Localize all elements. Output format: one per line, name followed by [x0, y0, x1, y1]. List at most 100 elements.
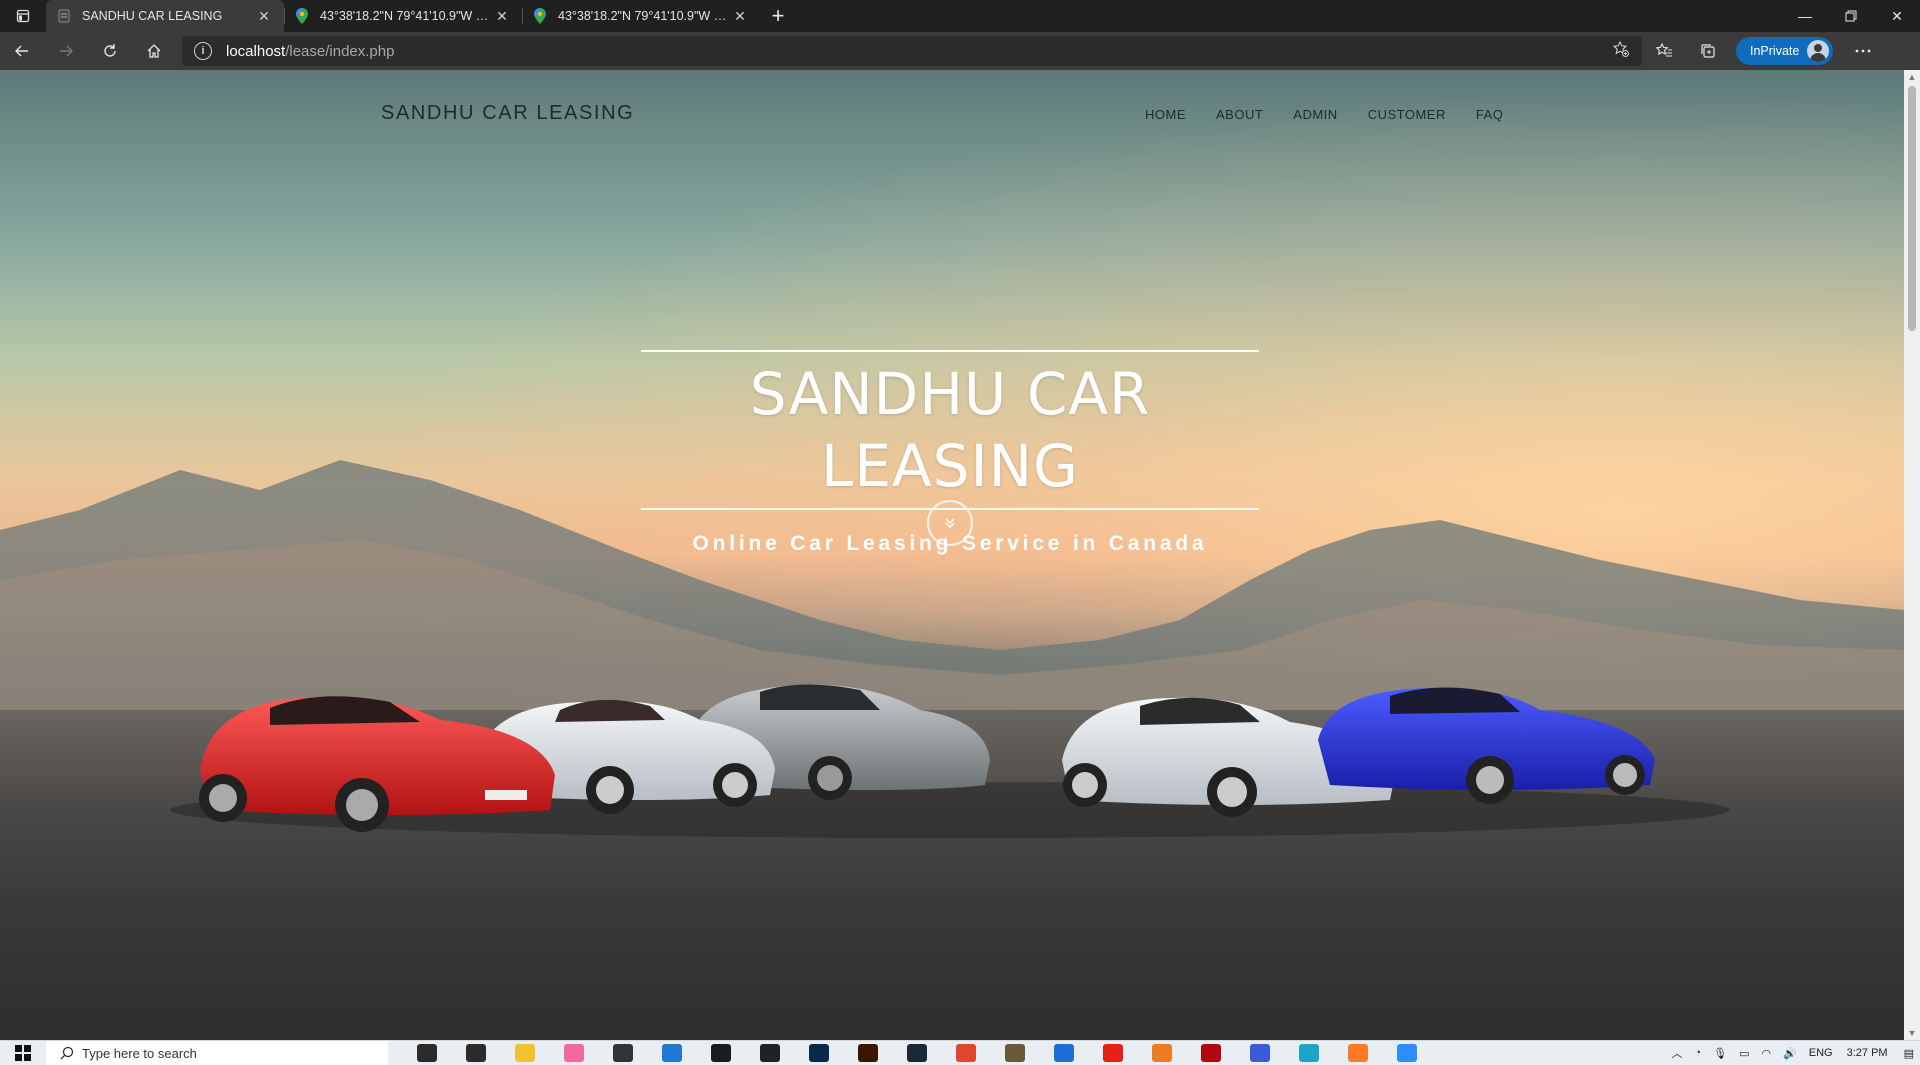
- refresh-icon[interactable]: [88, 32, 132, 70]
- page-scrollbar[interactable]: ▲ ▼: [1904, 70, 1920, 1040]
- avatar: [1807, 40, 1830, 62]
- add-favorite-icon[interactable]: [1612, 40, 1630, 62]
- store-icon[interactable]: [598, 1041, 647, 1065]
- battery-icon[interactable]: ▭: [1739, 1047, 1749, 1060]
- search-icon: [60, 1046, 74, 1060]
- restore-icon[interactable]: [1828, 0, 1874, 32]
- browser-toolbar: i localhost/lease/index.php InPrivate: [0, 32, 1920, 70]
- cortana-icon-glyph: [416, 1044, 437, 1062]
- file-explorer-icon[interactable]: [500, 1041, 549, 1065]
- notifications-icon[interactable]: ▤: [1904, 1047, 1914, 1060]
- photoshop-icon-glyph: [808, 1044, 829, 1062]
- inprivate-label: InPrivate: [1750, 44, 1800, 58]
- media-player-icon[interactable]: [1039, 1041, 1088, 1065]
- back-icon[interactable]: [0, 32, 44, 70]
- browser-tab-strip: SANDHU CAR LEASING ✕ 43°38'18.2"N 79°41'…: [0, 0, 1920, 32]
- tab-actions-icon[interactable]: [0, 0, 46, 32]
- nav-admin[interactable]: ADMIN: [1293, 107, 1337, 122]
- scroll-down-button[interactable]: [927, 500, 973, 546]
- xampp-icon[interactable]: [1333, 1041, 1382, 1065]
- task-view-icon-glyph: [465, 1044, 486, 1062]
- nav-home[interactable]: HOME: [1145, 107, 1186, 122]
- dropbox-icon[interactable]: [696, 1041, 745, 1065]
- mail-icon[interactable]: [647, 1041, 696, 1065]
- tab-google-maps-2[interactable]: 43°38'18.2"N 79°41'10.9"W - Go ✕: [522, 0, 760, 32]
- itunes-icon-glyph: [563, 1044, 584, 1062]
- url-host: localhost: [226, 42, 286, 60]
- close-icon[interactable]: ✕: [730, 8, 750, 25]
- illustrator-icon[interactable]: [843, 1041, 892, 1065]
- taskbar-search-input[interactable]: Type here to search: [46, 1041, 388, 1065]
- scroll-down-icon[interactable]: ▼: [1904, 1026, 1920, 1040]
- google-maps-icon: [294, 8, 310, 24]
- hero-title: SANDHU CAR LEASING: [749, 360, 1151, 500]
- system-tray: ︿ ◔ 🎙 ▭ ◠ 🔊 ENG 3:27 PM ▤: [1665, 1041, 1920, 1065]
- address-bar[interactable]: i localhost/lease/index.php: [182, 36, 1642, 66]
- minimize-icon[interactable]: —: [1782, 0, 1828, 32]
- zoom-icon[interactable]: [1382, 1041, 1431, 1065]
- wifi-icon[interactable]: ◠: [1761, 1047, 1771, 1060]
- netflix-icon-glyph: [1200, 1044, 1221, 1062]
- network-drive-icon[interactable]: ◔: [1694, 1047, 1701, 1059]
- language-indicator[interactable]: ENG: [1809, 1047, 1833, 1059]
- close-icon[interactable]: ✕: [254, 8, 274, 25]
- photoshop-icon[interactable]: [794, 1041, 843, 1065]
- inprivate-button[interactable]: InPrivate: [1736, 37, 1834, 65]
- new-tab-button[interactable]: +: [760, 0, 796, 32]
- site-navbar: SANDHU CAR LEASING HOME ABOUT ADMIN CUST…: [0, 70, 1904, 160]
- edge-icon[interactable]: [1284, 1041, 1333, 1065]
- youtube-icon[interactable]: [1088, 1041, 1137, 1065]
- home-icon[interactable]: [132, 32, 176, 70]
- search-placeholder: Type here to search: [82, 1045, 197, 1061]
- url-path: /lease/index.php: [285, 42, 395, 60]
- store-icon-glyph: [612, 1044, 633, 1062]
- netflix-icon[interactable]: [1186, 1041, 1235, 1065]
- youtube-icon-glyph: [1102, 1044, 1123, 1062]
- cortana-icon[interactable]: [402, 1041, 451, 1065]
- notion-icon-glyph: [759, 1044, 780, 1062]
- zoom-icon-glyph: [1396, 1044, 1417, 1062]
- google-maps-icon: [532, 8, 548, 24]
- settings-app-icon[interactable]: [1235, 1041, 1284, 1065]
- more-icon[interactable]: [1841, 32, 1885, 70]
- nav-customer[interactable]: CUSTOMER: [1368, 107, 1446, 122]
- xampp-icon-glyph: [1347, 1044, 1368, 1062]
- scrollbar-thumb[interactable]: [1908, 86, 1916, 331]
- sublime-icon-glyph: [1151, 1044, 1172, 1062]
- notion-icon[interactable]: [745, 1041, 794, 1065]
- taskbar-app-icons: [402, 1041, 1431, 1065]
- hero-top-divider: [641, 350, 1259, 352]
- windows-start-icon[interactable]: [0, 1045, 46, 1061]
- nav-faq[interactable]: FAQ: [1476, 107, 1504, 122]
- forward-icon[interactable]: [44, 32, 88, 70]
- favorites-icon[interactable]: [1642, 32, 1686, 70]
- tab-title: SANDHU CAR LEASING: [82, 9, 223, 23]
- site-brand[interactable]: SANDHU CAR LEASING: [381, 102, 634, 125]
- close-icon[interactable]: ✕: [492, 8, 512, 25]
- illustrator-icon-glyph: [857, 1044, 878, 1062]
- mail-icon-glyph: [661, 1044, 682, 1062]
- media-player-icon-glyph: [1053, 1044, 1074, 1062]
- chevron-up-icon[interactable]: ︿: [1671, 1045, 1682, 1061]
- double-chevron-down-icon: [945, 518, 955, 529]
- itunes-icon[interactable]: [549, 1041, 598, 1065]
- task-view-icon[interactable]: [451, 1041, 500, 1065]
- gimp-icon-glyph: [1004, 1044, 1025, 1062]
- nav-about[interactable]: ABOUT: [1216, 107, 1263, 122]
- chrome-icon[interactable]: [941, 1041, 990, 1065]
- chrome-icon-glyph: [955, 1044, 976, 1062]
- microphone-icon[interactable]: 🎙: [1713, 1047, 1727, 1060]
- volume-icon[interactable]: 🔊: [1783, 1047, 1797, 1060]
- gimp-icon[interactable]: [990, 1041, 1039, 1065]
- tab-sandhu-car-leasing[interactable]: SANDHU CAR LEASING ✕: [46, 0, 284, 32]
- scroll-up-icon[interactable]: ▲: [1904, 70, 1920, 84]
- site-info-icon[interactable]: i: [194, 42, 212, 60]
- steam-icon[interactable]: [892, 1041, 941, 1065]
- sublime-icon[interactable]: [1137, 1041, 1186, 1065]
- collections-icon[interactable]: [1686, 32, 1730, 70]
- clock-time[interactable]: 3:27 PM: [1847, 1047, 1888, 1059]
- tab-google-maps-1[interactable]: 43°38'18.2"N 79°41'10.9"W - Go ✕: [284, 0, 522, 32]
- edge-icon-glyph: [1298, 1044, 1319, 1062]
- dropbox-icon-glyph: [710, 1044, 731, 1062]
- close-window-icon[interactable]: ✕: [1874, 0, 1920, 32]
